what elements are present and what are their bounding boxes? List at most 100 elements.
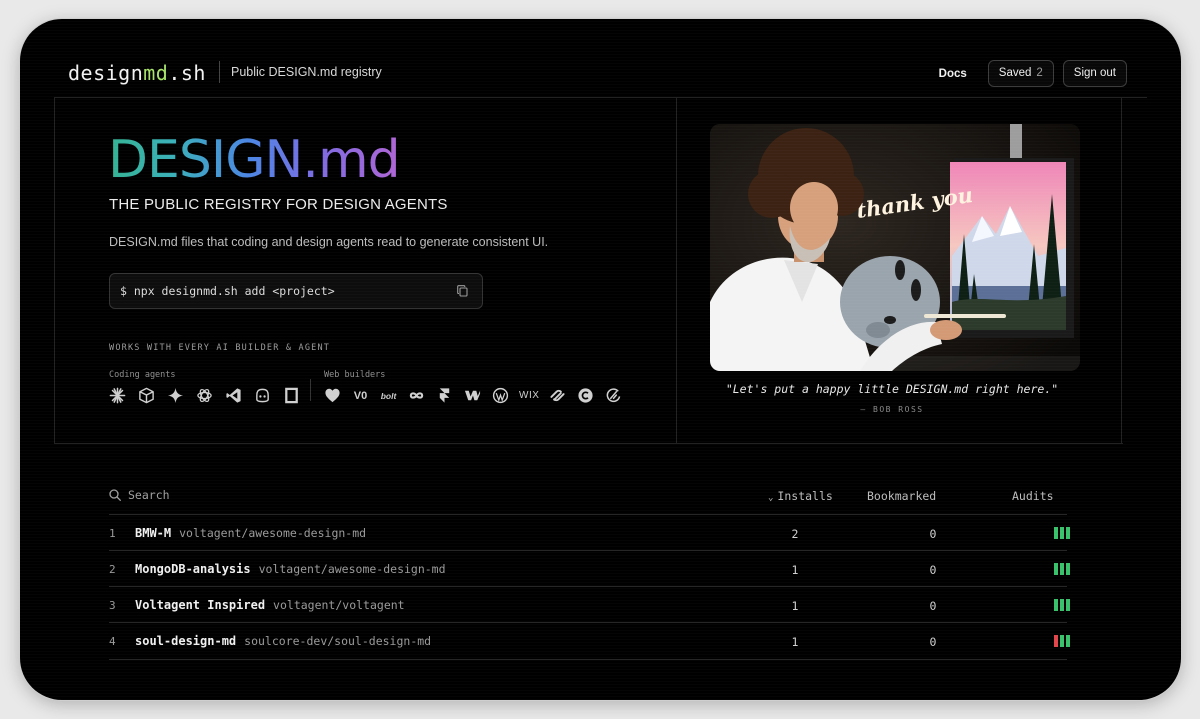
framer-icon[interactable] [435,386,454,405]
saved-button[interactable]: Saved 2 [987,60,1054,87]
row-rank: 4 [109,635,116,648]
audit-bar [1054,563,1058,575]
row-installs: 2 [791,527,799,541]
wordpress-icon[interactable] [491,386,510,405]
lovable-icon[interactable] [323,386,342,405]
nav-actions: Docs Saved 2 Sign out [939,60,1127,87]
installs-column-header[interactable]: ⌄ Installs [768,489,833,503]
quote-attribution: — BOB ROSS [860,405,924,414]
row-installs: 1 [791,563,799,577]
audit-bar [1054,635,1058,647]
search-icon [109,489,121,501]
openai-icon[interactable] [195,386,214,405]
command-text: $ npx designmd.sh add <project> [120,284,335,298]
logo-text: design [68,61,144,85]
row-source: voltagent/voltagent [273,598,405,612]
squarespace-icon[interactable] [548,386,567,405]
saved-count: 2 [1036,67,1043,79]
row-bookmarked: 0 [929,635,937,649]
install-command[interactable]: $ npx designmd.sh add <project> [109,273,483,309]
table-row[interactable]: 1 BMW-M voltagent/awesome-design-md 2 0 [109,514,1070,551]
copy-icon[interactable] [457,285,468,297]
copyright-icon[interactable] [576,386,595,405]
search-field[interactable]: Search [109,488,170,502]
audit-bar [1054,527,1058,539]
audit-bar [1066,527,1070,539]
row-rank: 3 [109,599,116,612]
table-row[interactable]: 4 soul-design-md soulcore-dev/soul-design… [109,622,1070,660]
logo-accent: md [143,61,169,85]
row-installs: 1 [791,635,799,649]
row-source: soulcore-dev/soul-design-md [244,634,432,648]
infinity-icon[interactable] [407,386,426,405]
audit-bar [1060,599,1064,611]
hero-right-border [1121,97,1122,443]
row-rank: 2 [109,563,116,576]
row-bookmarked: 0 [929,599,937,613]
bookmarked-column-header[interactable]: Bookmarked [867,489,936,503]
row-name-cell: BMW-M voltagent/awesome-design-md [135,526,366,540]
logo[interactable]: designmd.sh [68,61,206,85]
row-name-cell: Voltagent Inspired voltagent/voltagent [135,598,405,612]
hero-left-border [54,97,55,443]
audit-bar [1060,635,1064,647]
icon-group-divider [310,379,311,401]
row-name-cell: soul-design-md soulcore-dev/soul-design-m… [135,634,431,648]
v0-icon[interactable]: V0 [351,386,370,405]
header-divider [54,97,1147,98]
row-bookmarked: 0 [929,563,937,577]
row-rank: 1 [109,527,116,540]
sort-indicator-icon: ⌄ [768,493,774,503]
row-audits [1054,527,1070,539]
row-audits [1054,599,1070,611]
search-placeholder: Search [128,488,170,502]
coding-agents-label: Coding agents [109,370,176,380]
copilot-icon[interactable] [253,386,272,405]
web-builders-label: Web builders [324,370,386,380]
row-audits [1054,563,1070,575]
row-name-cell: MongoDB-analysis voltagent/awesome-design… [135,562,446,576]
row-source: voltagent/awesome-design-md [258,562,446,576]
webflow-icon[interactable] [463,386,482,405]
row-audits [1054,635,1070,647]
square-frame-icon[interactable] [282,386,301,405]
table-row[interactable]: 2 MongoDB-analysis voltagent/awesome-desi… [109,550,1070,587]
sparkle-icon[interactable] [166,386,185,405]
vscode-icon[interactable] [224,386,243,405]
hero-bottom-divider [54,443,1123,444]
sign-out-button[interactable]: Sign out [1062,60,1127,87]
bolt-icon[interactable]: bolt [379,386,398,405]
bob-ross-image: thank you [710,124,1080,371]
audits-column-header[interactable]: Audits [1012,489,1054,503]
row-installs: 1 [791,599,799,613]
hero-subtitle: THE PUBLIC REGISTRY FOR DESIGN AGENTS [109,196,448,213]
cube-icon[interactable] [137,386,156,405]
installs-header-label: Installs [777,489,833,503]
docs-link[interactable]: Docs [939,68,967,80]
logo-suffix: .sh [168,61,206,85]
app-window: designmd.sh Public DESIGN.md registry Do… [20,19,1181,700]
audit-bar [1060,527,1064,539]
row-source: voltagent/awesome-design-md [179,526,367,540]
wix-icon[interactable]: WIX [519,386,539,405]
web-builders-icons: V0 bolt WIX [323,386,623,405]
saved-label: Saved [998,67,1032,79]
audit-bar [1066,563,1070,575]
replit-icon[interactable] [604,386,623,405]
bob-ross-illustration: thank you [710,124,1080,371]
table-row[interactable]: 3 Voltagent Inspired voltagent/voltagent … [109,586,1070,623]
audit-bar [1054,599,1058,611]
row-name: soul-design-md [135,634,237,648]
works-with-label: WORKS WITH EVERY AI BUILDER & AGENT [109,343,331,353]
row-name: MongoDB-analysis [135,562,251,576]
row-bookmarked: 0 [929,527,937,541]
claude-icon[interactable] [108,386,127,405]
audit-bar [1066,599,1070,611]
top-nav: designmd.sh Public DESIGN.md registry Do… [68,57,1127,91]
coding-agents-icons [108,386,301,405]
audit-bar [1060,563,1064,575]
hero-title: DESIGN.md [108,130,401,190]
hero-description: DESIGN.md files that coding and design a… [109,235,549,249]
quote-text: "Let's put a happy little DESIGN.md righ… [725,382,1059,396]
row-name: BMW-M [135,526,172,540]
